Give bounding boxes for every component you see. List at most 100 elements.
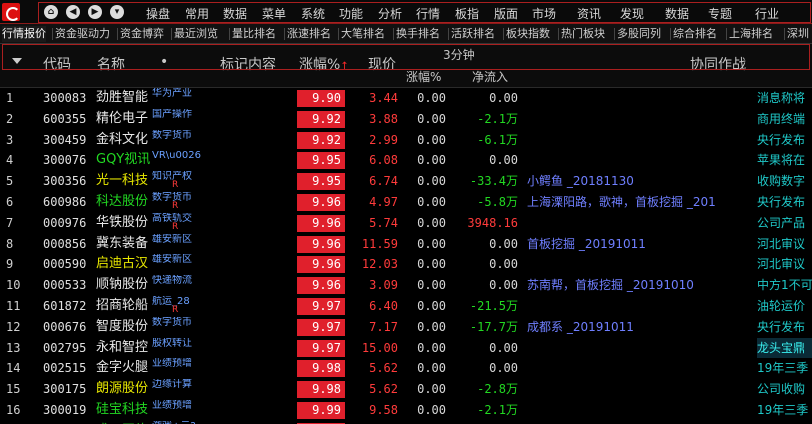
stock-name[interactable]: 智度股份 <box>96 317 156 338</box>
tab-4[interactable]: 量比排名 <box>232 26 276 42</box>
tab-7[interactable]: 换手排名 <box>396 26 440 42</box>
news-snippet[interactable]: 苹果将在 <box>757 150 812 171</box>
stock-name[interactable]: 顺钠股份 <box>96 275 156 296</box>
table-row[interactable]: 14 002515 金字火腿 业绩预增 9.98 5.62 0.00 0.00 19年三季 <box>0 358 812 379</box>
menu-item[interactable]: 行情 <box>416 5 440 22</box>
stock-name[interactable]: 启迪古汉 <box>96 254 156 275</box>
menu-item[interactable]: 数据 <box>665 5 689 22</box>
header-mark[interactable]: 标记内容 <box>220 54 276 74</box>
table-row[interactable]: 9 000590 启迪古汉 雄安新区 9.96 12.03 0.00 0.00 河北审议 <box>0 254 812 275</box>
table-row[interactable]: 15 300175 朗源股份 边缘计算 9.98 5.62 0.00 -2.8万 公司收购 <box>0 379 812 400</box>
forward-icon[interactable]: ▶ <box>88 5 102 19</box>
news-snippet[interactable]: 19年三季 <box>757 358 812 379</box>
tab-8[interactable]: 活跃排名 <box>451 26 495 42</box>
menu-item[interactable]: 操盘 <box>146 5 170 22</box>
news-snippet[interactable]: 19年三季 <box>757 400 812 421</box>
header-pct[interactable]: 涨幅%↑ <box>299 54 349 74</box>
sort-dropdown-icon[interactable] <box>12 58 22 64</box>
stock-name[interactable]: 光一科技 <box>96 171 156 192</box>
stock-code[interactable]: 601872 <box>43 296 95 317</box>
menu-item[interactable]: 资讯 <box>577 5 601 22</box>
menu-item[interactable]: 版面 <box>494 5 518 22</box>
stock-code[interactable]: 300356 <box>43 171 95 192</box>
header-code[interactable]: 代码 <box>43 54 71 74</box>
news-snippet[interactable]: 河北审议 <box>757 254 812 275</box>
stock-name[interactable]: 朗源股份 <box>96 379 156 400</box>
news-snippet[interactable]: 收购数字 <box>757 171 812 192</box>
table-row[interactable]: 4 300076 GQY视讯 VR\u0026 9.95 6.08 0.00 0.00 苹果将在 <box>0 150 812 171</box>
tab-12[interactable]: 综合排名 <box>673 26 717 42</box>
stock-name[interactable]: 冀东装备 <box>96 234 156 255</box>
table-row[interactable]: 12 000676 智度股份 数字货币 9.97 7.17 0.00 -17.7万 成都系 _2… <box>0 317 812 338</box>
menu-item[interactable]: 行业 <box>755 5 779 22</box>
menu-item[interactable]: 常用 <box>185 5 209 22</box>
stock-code[interactable]: 600986 <box>43 192 95 213</box>
menu-item[interactable]: 数据 <box>223 5 247 22</box>
stock-name[interactable]: 劲胜智能 <box>96 88 156 109</box>
news-snippet[interactable]: 消息称将 <box>757 88 812 109</box>
stock-code[interactable]: 000976 <box>43 213 95 234</box>
stock-code[interactable]: 300019 <box>43 400 95 421</box>
table-row[interactable]: 3 300459 金科文化 数字货币 9.92 2.99 0.00 -6.1万 央行发布 <box>0 130 812 151</box>
stock-name[interactable]: GQY视讯 <box>96 150 156 171</box>
stock-code[interactable]: 002795 <box>43 338 95 359</box>
tab-0[interactable]: 行情报价 <box>2 26 46 42</box>
menu-item[interactable]: 板指 <box>455 5 479 22</box>
stock-code[interactable]: 300083 <box>43 88 95 109</box>
table-row[interactable]: 13 002795 永和智控 股权转让 9.97 15.00 0.00 0.00 龙头宝鼎 <box>0 337 812 359</box>
menu-item[interactable]: 菜单 <box>262 5 286 22</box>
news-snippet[interactable]: 中方1不可 <box>757 275 812 296</box>
menu-item[interactable]: 专题 <box>708 5 732 22</box>
table-row[interactable]: 1 300083 劲胜智能 华为产业 9.90 3.44 0.00 0.00 消息称将 <box>0 88 812 109</box>
stock-name[interactable]: 永和智控 <box>96 338 156 359</box>
news-snippet[interactable]: 公司产品 <box>757 213 812 234</box>
news-snippet[interactable]: 公司收购 <box>757 379 812 400</box>
stock-code[interactable]: 000676 <box>43 317 95 338</box>
stock-name[interactable]: 华铁股份 <box>96 213 156 234</box>
menu-icon[interactable]: ▾ <box>110 5 124 19</box>
menu-item[interactable]: 市场 <box>532 5 556 22</box>
table-row[interactable]: 6 600986 科达股份 数字货币 R 9.96 4.97 0.00 -5.8万 上海溧阳路，歌… <box>0 192 812 213</box>
menu-item[interactable]: 系统 <box>301 5 325 22</box>
table-row[interactable]: 10 000533 顺钠股份 快递物流 9.96 3.09 0.00 0.00 苏南帮，首板挖掘… <box>0 275 812 296</box>
tab-14[interactable]: 深圳 <box>787 26 809 42</box>
app-logo-icon[interactable] <box>2 3 20 21</box>
header-price[interactable]: 现价 <box>368 54 396 74</box>
stock-code[interactable]: 300459 <box>43 130 95 151</box>
news-snippet[interactable]: 龙头宝鼎 <box>757 337 812 359</box>
stock-code[interactable]: 300175 <box>43 379 95 400</box>
tab-13[interactable]: 上海排名 <box>729 26 773 42</box>
stock-code[interactable]: 300076 <box>43 150 95 171</box>
tab-6[interactable]: 大笔排名 <box>341 26 385 42</box>
stock-name[interactable]: 精伦电子 <box>96 109 156 130</box>
table-row[interactable]: 5 300356 光一科技 知识产权 R 9.95 6.74 0.00 -33.4万 小鳄鱼 _2… <box>0 171 812 192</box>
table-row[interactable]: 7 000976 华铁股份 高铁轨交 R 9.96 5.74 0.00 3948.16 公司产品 <box>0 213 812 234</box>
news-snippet[interactable]: 商用终端 <box>757 109 812 130</box>
stock-name[interactable]: 招商轮船 <box>96 296 156 317</box>
header-name[interactable]: 名称 <box>97 54 125 74</box>
back-icon[interactable]: ◀ <box>66 5 80 19</box>
table-row[interactable]: 11 601872 招商轮船 航运_28 R 9.97 6.40 0.00 -21.5万 油轮运价 <box>0 296 812 317</box>
tab-3[interactable]: 最近浏览 <box>174 26 218 42</box>
menu-item[interactable]: 功能 <box>339 5 363 22</box>
stock-code[interactable]: 000856 <box>43 234 95 255</box>
tab-2[interactable]: 资金博弈 <box>120 26 164 42</box>
stock-name[interactable]: 科达股份 <box>96 192 156 213</box>
home-icon[interactable]: ⌂ <box>44 5 58 19</box>
tab-11[interactable]: 多股同列 <box>617 26 661 42</box>
stock-code[interactable]: 600355 <box>43 109 95 130</box>
table-row[interactable]: 8 000856 冀东装备 雄安新区 9.96 11.59 0.00 0.00 首板挖掘 _20… <box>0 234 812 255</box>
menu-item[interactable]: 发现 <box>620 5 644 22</box>
header-3min-pct[interactable]: 涨幅% <box>406 68 441 85</box>
header-collab[interactable]: 协同作战 <box>690 54 746 74</box>
news-snippet[interactable]: 央行发布 <box>757 317 812 338</box>
stock-name[interactable]: 金科文化 <box>96 130 156 151</box>
header-net-flow[interactable]: 净流入 <box>472 68 508 85</box>
stock-code[interactable]: 000590 <box>43 254 95 275</box>
tab-10[interactable]: 热门板块 <box>561 26 605 42</box>
stock-code[interactable]: 000533 <box>43 275 95 296</box>
table-row[interactable]: 2 600355 精伦电子 国产操作 9.92 3.88 0.00 -2.1万 商用终端 <box>0 109 812 130</box>
tab-5[interactable]: 涨速排名 <box>287 26 331 42</box>
news-snippet[interactable]: 油轮运价 <box>757 296 812 317</box>
news-snippet[interactable]: 央行发布 <box>757 130 812 151</box>
